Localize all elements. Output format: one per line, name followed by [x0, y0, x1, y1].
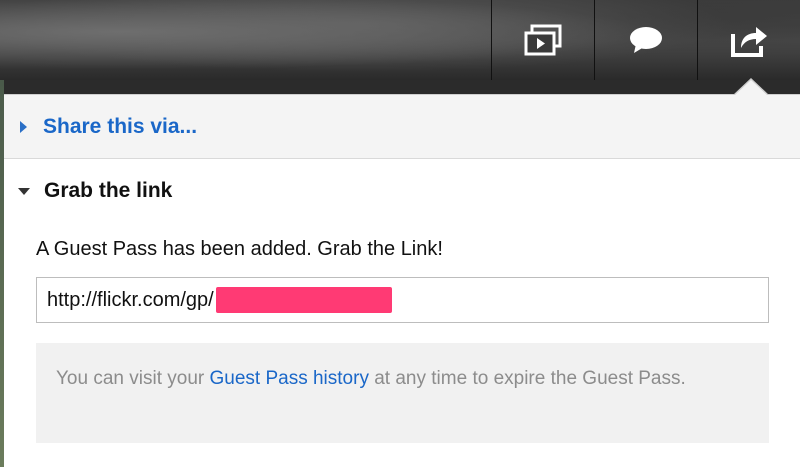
guest-pass-message: A Guest Pass has been added. Grab the Li…: [36, 238, 443, 260]
photo-toolbar: [0, 0, 800, 80]
slideshow-button[interactable]: [491, 0, 594, 80]
note-text-after: at any time to expire the Guest Pass.: [368, 368, 686, 389]
guest-pass-note: You can visit your Guest Pass history at…: [36, 343, 769, 443]
popover-caret: [735, 80, 767, 95]
share-via-label[interactable]: Share this via...: [43, 115, 197, 139]
comments-button[interactable]: [594, 0, 697, 80]
note-text-before: You can visit your: [56, 368, 210, 389]
grab-link-section-header[interactable]: Grab the link: [4, 159, 800, 223]
slideshow-icon: [524, 24, 562, 56]
guest-pass-link-field[interactable]: http://flickr.com/gp/: [36, 277, 769, 323]
grab-link-label[interactable]: Grab the link: [44, 179, 172, 203]
toolbar-buttons: [491, 0, 800, 80]
collapse-triangle-icon: [18, 187, 30, 195]
speech-bubble-icon: [629, 26, 663, 54]
redacted-link-token: [215, 287, 392, 313]
link-text: http://flickr.com/gp/: [47, 288, 214, 311]
share-via-section[interactable]: Share this via...: [4, 95, 800, 159]
expand-triangle-icon: [20, 120, 27, 133]
share-arrow-icon: [729, 22, 769, 58]
share-panel: Share this via... Grab the link A Guest …: [4, 94, 800, 467]
share-button[interactable]: [697, 0, 800, 80]
guest-pass-history-link[interactable]: Guest Pass history: [210, 368, 369, 389]
